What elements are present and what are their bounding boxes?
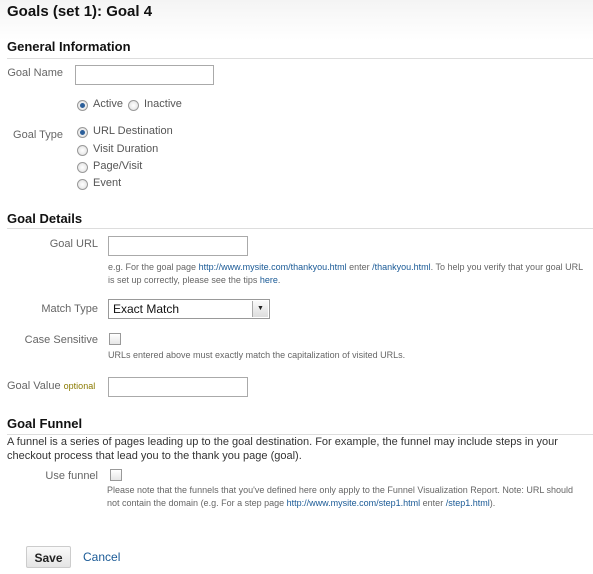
- event-label: Event: [93, 177, 122, 189]
- divider: [7, 58, 593, 59]
- optional-tag: optional: [63, 381, 96, 391]
- url-destination-radio[interactable]: [77, 127, 88, 138]
- goal-value-input[interactable]: [108, 377, 248, 397]
- example-url-link[interactable]: http://www.mysite.com/thankyou.html: [199, 262, 347, 272]
- active-label: Active: [93, 98, 123, 110]
- goal-url-label: Goal URL: [49, 238, 98, 250]
- case-sensitive-checkbox[interactable]: [109, 333, 121, 345]
- funnel-description: A funnel is a series of pages leading up…: [7, 436, 558, 462]
- match-type-value: Exact Match: [113, 302, 180, 316]
- goal-value-label-text: Goal Value: [7, 380, 61, 392]
- inactive-radio[interactable]: [128, 100, 139, 111]
- step-url-link[interactable]: http://www.mysite.com/step1.html: [287, 498, 421, 508]
- url-destination-label: URL Destination: [93, 125, 173, 137]
- cancel-link[interactable]: Cancel: [83, 550, 120, 564]
- event-radio[interactable]: [77, 179, 88, 190]
- divider: [7, 228, 593, 229]
- page-title: Goals (set 1): Goal 4: [7, 3, 153, 20]
- visit-duration-radio[interactable]: [77, 145, 88, 156]
- example-path-link[interactable]: /thankyou.html: [372, 262, 431, 272]
- use-funnel-label: Use funnel: [45, 470, 98, 482]
- section-heading-funnel: Goal Funnel: [7, 416, 83, 431]
- page-visit-label: Page/Visit: [93, 160, 143, 172]
- chevron-down-icon[interactable]: ▼: [252, 301, 268, 317]
- case-sensitive-label: Case Sensitive: [24, 334, 98, 346]
- note-text: enter: [420, 498, 446, 508]
- goal-value-label: Goal Value optional: [7, 380, 95, 392]
- section-heading-general: General Information: [7, 39, 131, 54]
- funnel-note: Please note that the funnels that you've…: [107, 484, 585, 510]
- match-type-label: Match Type: [41, 303, 98, 315]
- visit-duration-label: Visit Duration: [93, 143, 159, 155]
- help-text: e.g. For the goal page: [108, 262, 199, 272]
- use-funnel-checkbox[interactable]: [110, 469, 122, 481]
- match-type-select[interactable]: Exact Match ▼: [108, 299, 270, 319]
- goal-url-input[interactable]: [108, 236, 248, 256]
- note-text: ).: [489, 498, 496, 508]
- goal-url-help: e.g. For the goal page http://www.mysite…: [108, 261, 588, 287]
- page-visit-radio[interactable]: [77, 162, 88, 173]
- save-button[interactable]: Save: [26, 546, 71, 568]
- help-text: enter: [346, 262, 373, 272]
- case-sensitive-help: URLs entered above must exactly match th…: [108, 350, 406, 360]
- active-radio[interactable]: [77, 100, 88, 111]
- goal-type-label: Goal Type: [13, 129, 63, 141]
- section-heading-details: Goal Details: [7, 211, 83, 226]
- inactive-label: Inactive: [144, 98, 182, 110]
- goal-name-input[interactable]: [75, 65, 214, 85]
- step-path-link[interactable]: /step1.html: [446, 498, 490, 508]
- goal-name-label: Goal Name: [7, 67, 63, 79]
- help-text: .: [277, 275, 281, 285]
- tips-link[interactable]: here: [260, 275, 278, 285]
